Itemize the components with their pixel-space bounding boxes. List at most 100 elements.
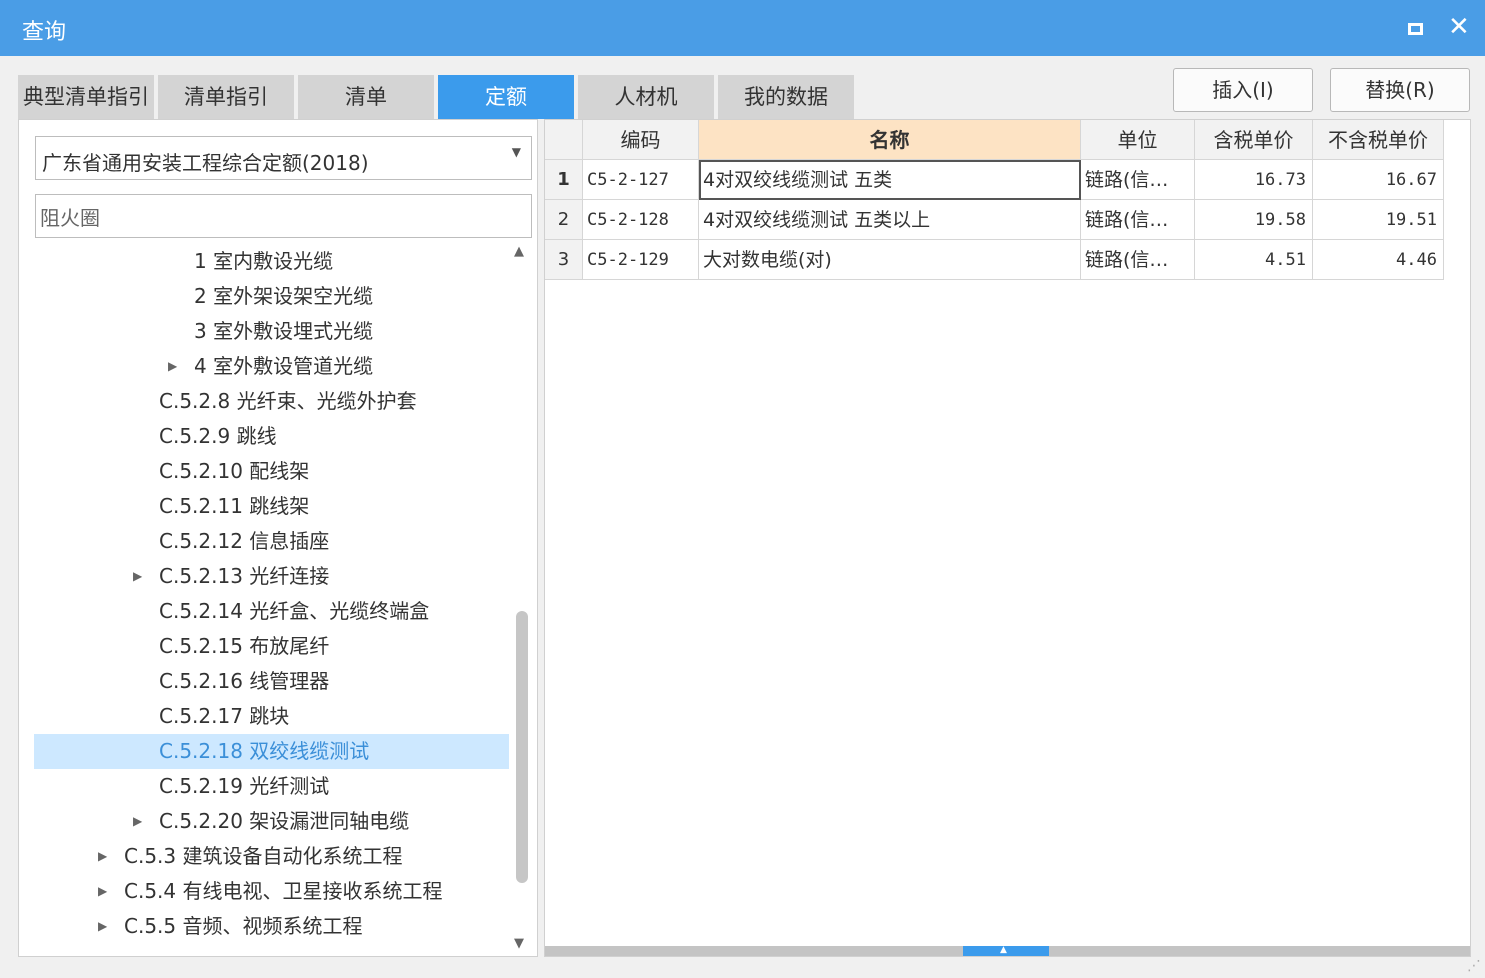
tree-item[interactable]: 1 室内敷设光缆: [34, 244, 509, 279]
row-number[interactable]: 2: [545, 200, 583, 240]
tree-item[interactable]: C.5.2.17 跳块: [34, 699, 509, 734]
scroll-down-icon[interactable]: ▼: [514, 936, 524, 951]
tree-item[interactable]: C.5.2.9 跳线: [34, 419, 509, 454]
cell-name[interactable]: 4对双绞线缆测试 五类以上: [699, 200, 1081, 240]
tree-item[interactable]: C.5.2.19 光纤测试: [34, 769, 509, 804]
category-tree: 1 室内敷设光缆 2 室外架设架空光缆 3 室外敷设埋式光缆 ▶ 4 室外敷设管道光缆 C…: [19, 244, 511, 956]
tree-item[interactable]: ▶ C.5.2.13 光纤连接: [34, 559, 509, 594]
cell-code[interactable]: C5-2-129: [583, 240, 699, 280]
cell-notax-price[interactable]: 19.51: [1313, 200, 1444, 240]
column-header-code[interactable]: 编码: [583, 120, 699, 160]
cell-notax-price[interactable]: 4.46: [1313, 240, 1444, 280]
cell-tax-price[interactable]: 4.51: [1195, 240, 1313, 280]
expand-arrow-icon[interactable]: ▶: [133, 804, 142, 839]
replace-button[interactable]: 替换(R): [1330, 68, 1470, 112]
tree-item[interactable]: ▶ 4 室外敷设管道光缆: [34, 349, 509, 384]
scroll-thumb[interactable]: [516, 611, 528, 883]
tree-item-label: C.5.2.17 跳块: [159, 704, 290, 728]
tree-item[interactable]: ▶ C.5.3 建筑设备自动化系统工程: [34, 839, 509, 874]
window-title: 查询: [22, 20, 67, 45]
tree-item-label: C.5.2.14 光纤盒、光缆终端盒: [159, 599, 430, 623]
close-icon: ✕: [1448, 12, 1470, 42]
close-button[interactable]: ✕: [1442, 10, 1478, 46]
tree-item-label: C.5.2.18 双绞线缆测试: [159, 739, 370, 763]
cell-name[interactable]: 4对双绞线缆测试 五类: [699, 160, 1081, 200]
expand-arrow-icon[interactable]: ▶: [98, 874, 107, 909]
tab-bill[interactable]: 清单: [298, 75, 434, 119]
tab-quota[interactable]: 定额: [438, 75, 574, 119]
tree-item[interactable]: C.5.2.8 光纤束、光缆外护套: [34, 384, 509, 419]
tree-item-label: C.5.2.20 架设漏泄同轴电缆: [159, 809, 410, 833]
cell-notax-price[interactable]: 16.67: [1313, 160, 1444, 200]
tree-item[interactable]: 3 室外敷设埋式光缆: [34, 314, 509, 349]
tab-label: 清单: [345, 85, 387, 109]
grid-corner-header: [545, 120, 583, 160]
tree-item-label: C.5.2.19 光纤测试: [159, 774, 330, 798]
tree-item-label: C.5.2.11 跳线架: [159, 494, 310, 518]
tree-item[interactable]: C.5.2.11 跳线架: [34, 489, 509, 524]
column-header-name[interactable]: 名称: [699, 120, 1081, 160]
tab-labor-material-machine[interactable]: 人材机: [578, 75, 714, 119]
insert-button[interactable]: 插入(I): [1173, 68, 1313, 112]
caret-up-icon: ▲: [1000, 945, 1007, 955]
tree-item[interactable]: C.5.2.18 双绞线缆测试: [34, 734, 509, 769]
tab-bill-guide[interactable]: 清单指引: [158, 75, 294, 119]
tree-item[interactable]: C.5.2.12 信息插座: [34, 524, 509, 559]
tree-item-label: 1 室内敷设光缆: [194, 249, 334, 273]
tab-label: 清单指引: [184, 85, 268, 109]
cell-tax-price[interactable]: 16.73: [1195, 160, 1313, 200]
grid-horizontal-scrollbar[interactable]: ▲: [545, 945, 1470, 956]
tree-item-label: C.5.2.10 配线架: [159, 459, 310, 483]
cell-code[interactable]: C5-2-128: [583, 200, 699, 240]
tree-item-label: C.5.2.8 光纤束、光缆外护套: [159, 389, 417, 413]
quota-library-value: 广东省通用安装工程综合定额(2018): [42, 151, 369, 175]
maximize-button[interactable]: [1398, 10, 1434, 46]
tab-label: 人材机: [614, 85, 678, 109]
row-number[interactable]: 3: [545, 240, 583, 280]
row-number[interactable]: 1: [545, 160, 583, 200]
cell-unit[interactable]: 链路(信…: [1081, 240, 1195, 280]
expand-arrow-icon[interactable]: ▶: [98, 839, 107, 874]
tree-item-label: C.5.2.13 光纤连接: [159, 564, 330, 588]
scroll-up-icon[interactable]: ▲: [514, 244, 524, 259]
tree-item-label: C.5.5 音频、视频系统工程: [124, 914, 363, 938]
tree-item-label: C.5.2.12 信息插座: [159, 529, 330, 553]
tree-item[interactable]: ▶ C.5.2.20 架设漏泄同轴电缆: [34, 804, 509, 839]
tab-label: 我的数据: [744, 85, 828, 109]
tree-item[interactable]: C.5.2.16 线管理器: [34, 664, 509, 699]
cell-unit[interactable]: 链路(信…: [1081, 200, 1195, 240]
cell-unit[interactable]: 链路(信…: [1081, 160, 1195, 200]
tree-item[interactable]: ▶ C.5.5 音频、视频系统工程: [34, 909, 509, 944]
tab-my-data[interactable]: 我的数据: [718, 75, 854, 119]
expand-arrow-icon[interactable]: ▶: [98, 909, 107, 944]
tree-item-label: 4 室外敷设管道光缆: [194, 354, 374, 378]
cell-name[interactable]: 大对数电缆(对): [699, 240, 1081, 280]
tree-item-label: 3 室外敷设埋式光缆: [194, 319, 374, 343]
column-header-tax-price[interactable]: 含税单价: [1195, 120, 1313, 160]
tree-item-label: C.5.2.16 线管理器: [159, 669, 330, 693]
tree-item[interactable]: C.5.2.15 布放尾纤: [34, 629, 509, 664]
expand-arrow-icon[interactable]: ▶: [133, 559, 142, 594]
tab-typical-bill-guide[interactable]: 典型清单指引: [18, 75, 154, 119]
quota-library-select[interactable]: 广东省通用安装工程综合定额(2018) ▼: [35, 136, 532, 180]
tree-panel: 广东省通用安装工程综合定额(2018) ▼ 1 室内敷设光缆 2 室外架设架空光缆…: [18, 119, 538, 957]
expand-arrow-icon[interactable]: ▶: [168, 349, 177, 384]
results-grid-panel: 编码 名称 单位 含税单价 不含税单价 1 C5-2-127 4对双绞线缆测试 五类 链路(信……: [544, 119, 1471, 957]
tree-item[interactable]: C.5.2.10 配线架: [34, 454, 509, 489]
tab-label: 典型清单指引: [23, 85, 149, 109]
resize-grip-icon[interactable]: ⋰: [1467, 958, 1481, 974]
tab-label: 定额: [485, 85, 527, 109]
column-header-notax-price[interactable]: 不含税单价: [1313, 120, 1444, 160]
tree-item-label: 2 室外架设架空光缆: [194, 284, 374, 308]
tree-item[interactable]: ▶ C.5.4 有线电视、卫星接收系统工程: [34, 874, 509, 909]
tree-item-label: C.5.3 建筑设备自动化系统工程: [124, 844, 403, 868]
tree-item[interactable]: C.5.2.14 光纤盒、光缆终端盒: [34, 594, 509, 629]
cell-tax-price[interactable]: 19.58: [1195, 200, 1313, 240]
tree-item[interactable]: 2 室外架设架空光缆: [34, 279, 509, 314]
tree-item-label: C.5.4 有线电视、卫星接收系统工程: [124, 879, 443, 903]
column-header-unit[interactable]: 单位: [1081, 120, 1195, 160]
cell-code[interactable]: C5-2-127: [583, 160, 699, 200]
chevron-down-icon: ▼: [511, 145, 521, 159]
search-input[interactable]: [35, 194, 532, 238]
tree-vertical-scrollbar[interactable]: ▲ ▼: [511, 244, 533, 954]
